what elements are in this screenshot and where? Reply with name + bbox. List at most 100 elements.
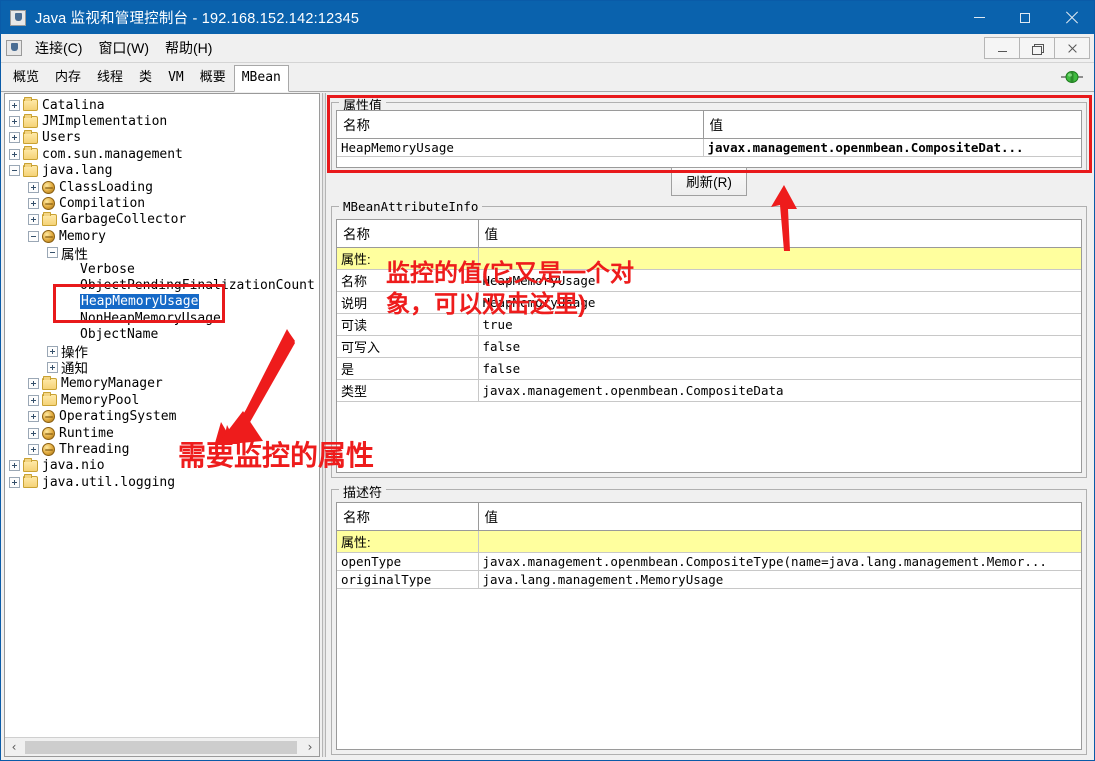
split-divider[interactable] [320, 93, 327, 757]
tree-node[interactable]: Users [5, 130, 319, 146]
tree-node[interactable]: JMImplementation [5, 113, 319, 129]
tree-node[interactable]: MemoryManager [5, 376, 319, 392]
tree-node[interactable]: HeapMemoryUsage [5, 294, 319, 310]
row-value-cell[interactable]: true [478, 314, 1081, 336]
table-row[interactable]: 可读true [337, 314, 1081, 336]
row-value-cell[interactable]: HeapMemoryUsage [478, 292, 1081, 314]
menu-item-connection[interactable]: 连接(C) [28, 35, 89, 61]
tree-node[interactable]: Threading [5, 441, 319, 457]
tree-node[interactable]: GarbageCollector [5, 212, 319, 228]
row-value-cell[interactable]: false [478, 336, 1081, 358]
expand-node-icon[interactable] [9, 477, 20, 488]
tree-node[interactable]: Runtime [5, 425, 319, 441]
expand-node-icon[interactable] [9, 460, 20, 471]
column-header-name[interactable]: 名称 [337, 220, 478, 248]
tab-threads[interactable]: 线程 [89, 65, 131, 91]
row-name-cell[interactable]: 名称 [337, 270, 478, 292]
expand-node-icon[interactable] [9, 132, 20, 143]
row-value-cell[interactable]: false [478, 358, 1081, 380]
tree-node[interactable]: Verbose [5, 261, 319, 277]
tab-summary[interactable]: 概要 [192, 65, 234, 91]
attribute-value-table[interactable]: 名称 值 HeapMemoryUsage javax.management.op… [337, 111, 1081, 157]
mbean-attribute-info-table[interactable]: 名称 值 属性:名称HeapMemoryUsage说明HeapMemoryUsa… [337, 220, 1081, 402]
table-row[interactable]: 是false [337, 358, 1081, 380]
row-name-cell[interactable]: openType [337, 553, 478, 571]
tree-node[interactable]: java.nio [5, 458, 319, 474]
tree-node[interactable]: 操作 [5, 343, 319, 359]
column-header-value[interactable]: 值 [703, 111, 1081, 139]
expand-node-icon[interactable] [28, 378, 39, 389]
table-row[interactable]: originalTypejava.lang.management.MemoryU… [337, 571, 1081, 589]
tree-node[interactable]: ObjectName [5, 326, 319, 342]
tab-classes[interactable]: 类 [131, 65, 160, 91]
tree-node[interactable]: Catalina [5, 97, 319, 113]
tree-node[interactable]: java.lang [5, 163, 319, 179]
tab-vm[interactable]: VM [160, 65, 192, 91]
tree-node[interactable]: Compilation [5, 195, 319, 211]
tree-node[interactable]: ClassLoading [5, 179, 319, 195]
expand-node-icon[interactable] [28, 395, 39, 406]
row-value-cell[interactable]: HeapMemoryUsage [478, 270, 1081, 292]
expand-node-icon[interactable] [28, 198, 39, 209]
table-row[interactable]: openTypejavax.management.openmbean.Compo… [337, 553, 1081, 571]
row-name-cell[interactable]: 属性: [337, 531, 478, 553]
tab-memory[interactable]: 内存 [47, 65, 89, 91]
refresh-button[interactable]: 刷新(R) [671, 167, 747, 196]
tab-mbean[interactable]: MBean [234, 65, 289, 92]
tree-node[interactable]: 属性 [5, 245, 319, 261]
row-name-cell[interactable]: 属性: [337, 248, 478, 270]
row-name-cell[interactable]: 类型 [337, 380, 478, 402]
row-name-cell[interactable]: 是 [337, 358, 478, 380]
tree-node[interactable]: 通知 [5, 359, 319, 375]
tree-node[interactable]: OperatingSystem [5, 408, 319, 424]
descriptor-table[interactable]: 名称 值 属性:openTypejavax.management.openmbe… [337, 503, 1081, 589]
window-maximize-button[interactable] [1002, 1, 1048, 34]
tree-node[interactable]: MemoryPool [5, 392, 319, 408]
mbean-tree[interactable]: CatalinaJMImplementationUserscom.sun.man… [5, 94, 319, 490]
scroll-left-arrow-icon[interactable]: ‹ [5, 739, 23, 756]
attribute-value-cell[interactable]: javax.management.openmbean.CompositeDat.… [703, 139, 1081, 157]
expand-node-icon[interactable] [47, 346, 58, 357]
tree-node[interactable]: NonHeapMemoryUsage [5, 310, 319, 326]
scroll-right-arrow-icon[interactable]: › [301, 739, 319, 756]
tree-node[interactable]: java.util.logging [5, 474, 319, 490]
internal-minimize-button[interactable] [984, 37, 1020, 59]
row-value-cell[interactable] [478, 531, 1081, 553]
row-value-cell[interactable] [478, 248, 1081, 270]
expand-node-icon[interactable] [28, 444, 39, 455]
row-name-cell[interactable]: 可读 [337, 314, 478, 336]
scrollbar-thumb[interactable] [25, 741, 297, 754]
tree-horizontal-scrollbar[interactable]: ‹ › [5, 737, 319, 756]
attribute-name-cell[interactable]: HeapMemoryUsage [337, 139, 703, 157]
collapse-node-icon[interactable] [28, 231, 39, 242]
table-row[interactable]: 类型javax.management.openmbean.CompositeDa… [337, 380, 1081, 402]
column-header-name[interactable]: 名称 [337, 111, 703, 139]
table-row[interactable]: 属性: [337, 531, 1081, 553]
column-header-name[interactable]: 名称 [337, 503, 478, 531]
scrollbar-track[interactable] [23, 739, 301, 756]
table-row[interactable]: 可写入false [337, 336, 1081, 358]
row-value-cell[interactable]: java.lang.management.MemoryUsage [478, 571, 1081, 589]
collapse-node-icon[interactable] [9, 165, 20, 176]
tree-node[interactable]: ObjectPendingFinalizationCount [5, 277, 319, 293]
row-value-cell[interactable]: javax.management.openmbean.CompositeType… [478, 553, 1081, 571]
expand-node-icon[interactable] [28, 214, 39, 225]
column-header-value[interactable]: 值 [478, 503, 1081, 531]
menu-item-window[interactable]: 窗口(W) [91, 35, 156, 61]
row-name-cell[interactable]: originalType [337, 571, 478, 589]
expand-node-icon[interactable] [47, 362, 58, 373]
table-row[interactable]: 属性: [337, 248, 1081, 270]
row-value-cell[interactable]: javax.management.openmbean.CompositeData [478, 380, 1081, 402]
expand-node-icon[interactable] [28, 182, 39, 193]
table-row[interactable]: HeapMemoryUsage javax.management.openmbe… [337, 139, 1081, 157]
expand-node-icon[interactable] [9, 100, 20, 111]
tab-overview[interactable]: 概览 [5, 65, 47, 91]
table-row[interactable]: 名称HeapMemoryUsage [337, 270, 1081, 292]
row-name-cell[interactable]: 说明 [337, 292, 478, 314]
mbean-tree-scroll[interactable]: CatalinaJMImplementationUserscom.sun.man… [5, 94, 319, 737]
menu-item-help[interactable]: 帮助(H) [158, 35, 219, 61]
expand-node-icon[interactable] [9, 149, 20, 160]
tree-node[interactable]: Memory [5, 228, 319, 244]
table-row[interactable]: 说明HeapMemoryUsage [337, 292, 1081, 314]
window-close-button[interactable] [1048, 1, 1094, 34]
